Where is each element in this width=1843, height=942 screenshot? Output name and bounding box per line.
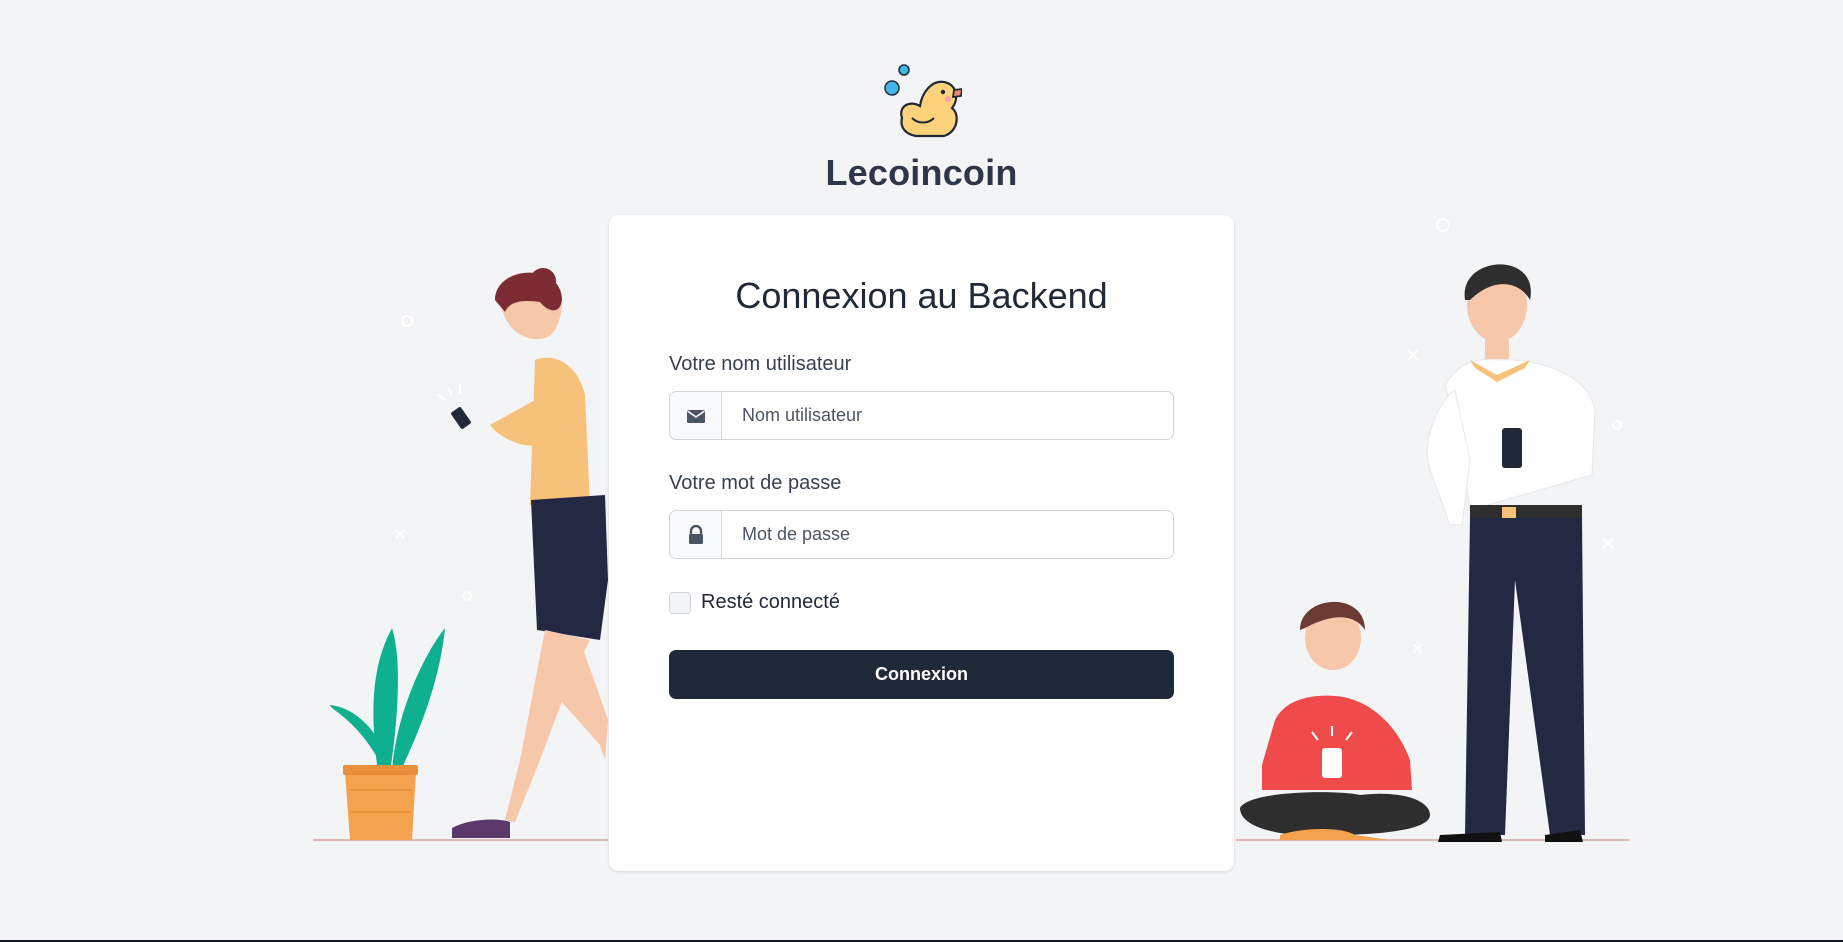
lock-icon xyxy=(670,511,722,558)
standing-man-figure-icon xyxy=(1426,264,1596,842)
woman-figure-icon xyxy=(436,268,608,838)
duck-logo-icon xyxy=(883,64,962,138)
password-input-group xyxy=(669,510,1174,559)
username-label: Votre nom utilisateur xyxy=(669,353,852,375)
brand-name: Lecoincoin xyxy=(825,152,1018,193)
username-input[interactable] xyxy=(722,392,1173,439)
remember-me-label: Resté connecté xyxy=(701,591,840,613)
login-page: Lecoincoin Connexion au Backend Votre no… xyxy=(0,0,1843,942)
remember-me-row[interactable]: Resté connecté xyxy=(669,591,840,614)
login-submit-button[interactable]: Connexion xyxy=(669,650,1174,699)
brand-header: Lecoincoin xyxy=(0,62,1843,194)
password-input[interactable] xyxy=(722,511,1173,558)
login-title: Connexion au Backend xyxy=(735,275,1108,316)
envelope-icon xyxy=(670,392,722,439)
sitting-boy-figure-icon xyxy=(1240,601,1430,840)
remember-me-checkbox[interactable] xyxy=(669,591,691,614)
plant-icon xyxy=(330,628,445,840)
login-card: Connexion au Backend Votre nom utilisate… xyxy=(609,215,1234,871)
password-label: Votre mot de passe xyxy=(669,472,842,494)
username-input-group xyxy=(669,391,1174,440)
